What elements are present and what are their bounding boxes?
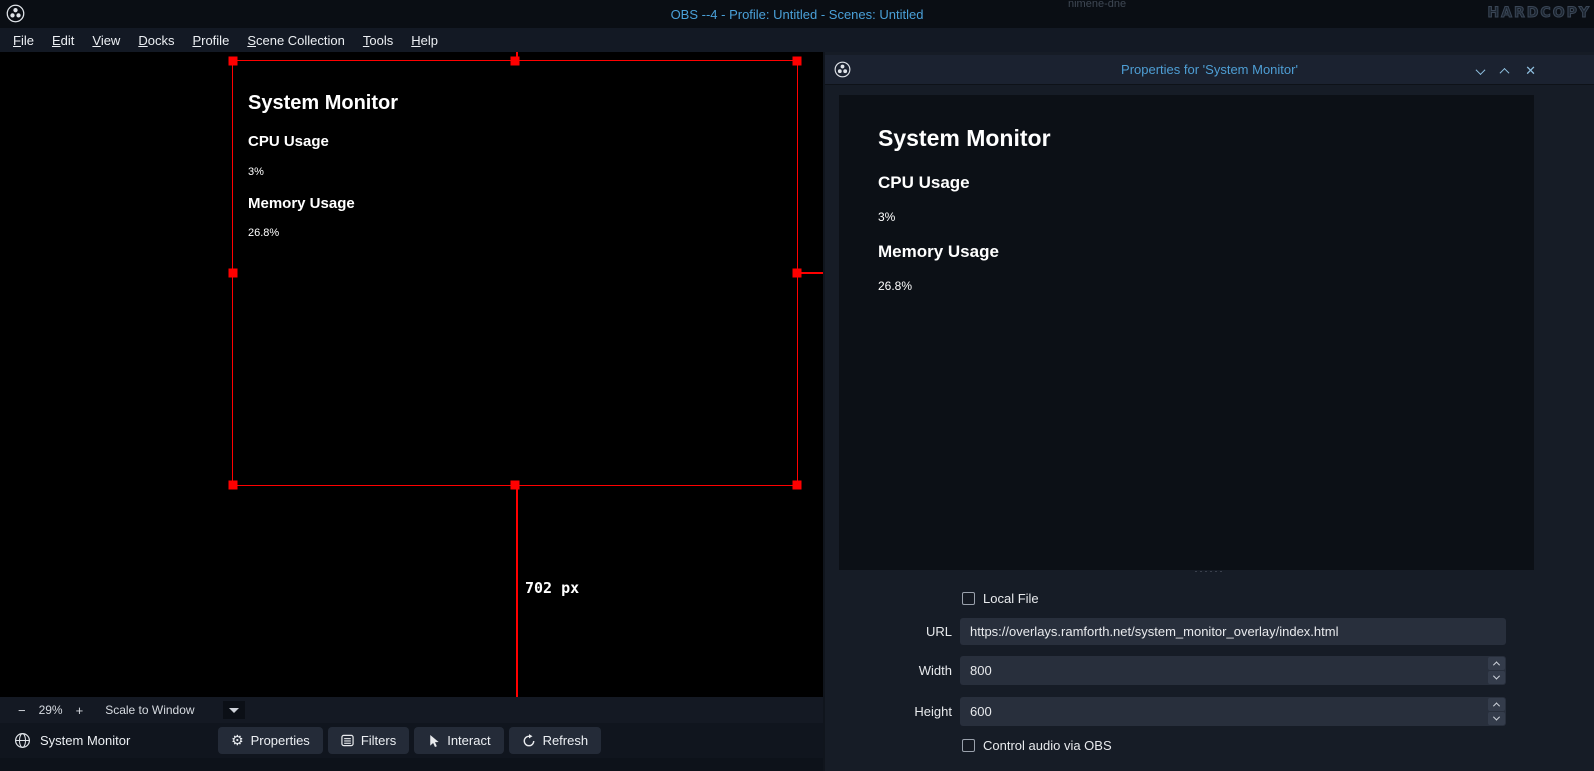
collapse-down-button[interactable] <box>1477 63 1484 78</box>
resize-handle-top-center[interactable] <box>511 57 520 66</box>
menu-docks[interactable]: Docks <box>129 30 183 51</box>
preview-overlay-title: System Monitor <box>878 125 1051 152</box>
control-audio-label: Control audio via OBS <box>983 738 1112 753</box>
window-titlebar: OBS --4 - Profile: Untitled - Scenes: Un… <box>0 0 1594 28</box>
menu-view[interactable]: View <box>83 30 129 51</box>
preview-memory-usage-value: 26.8% <box>878 279 912 293</box>
canvas-overlay-title: System Monitor <box>248 92 398 115</box>
chevron-down-icon <box>1476 65 1486 75</box>
source-action-buttons: ⚙ Properties Filters Interact <box>218 727 601 754</box>
width-label: Width <box>825 663 952 678</box>
filter-icon <box>341 734 354 747</box>
url-input[interactable]: https://overlays.ramforth.net/system_mon… <box>960 618 1506 645</box>
height-spin-up-button[interactable] <box>1488 698 1505 711</box>
scale-mode-dropdown[interactable] <box>223 701 245 719</box>
width-value: 800 <box>970 663 992 678</box>
zoom-out-button[interactable]: − <box>10 703 34 718</box>
resize-handle-bottom-center[interactable] <box>511 481 520 490</box>
canvas-memory-usage-value: 26.8% <box>248 227 279 239</box>
cursor-icon <box>427 734 440 748</box>
chevron-up-icon <box>1500 67 1510 77</box>
resize-handle-top-left[interactable] <box>229 57 238 66</box>
url-label: URL <box>825 624 952 639</box>
source-selection-box[interactable] <box>232 60 798 486</box>
measurement-label: 702 px <box>525 579 579 597</box>
properties-button-label: Properties <box>251 733 310 748</box>
interact-button-label: Interact <box>447 733 490 748</box>
properties-dock: Properties for 'System Monitor' ✕ System… <box>825 52 1594 771</box>
local-file-label: Local File <box>983 591 1039 606</box>
browser-source-icon <box>14 732 31 749</box>
canvas-memory-usage-label: Memory Usage <box>248 195 355 212</box>
zoom-in-button[interactable]: + <box>68 703 92 718</box>
height-label: Height <box>825 704 952 719</box>
guide-line-right <box>799 272 823 274</box>
menu-tools[interactable]: Tools <box>354 30 402 51</box>
filters-button[interactable]: Filters <box>328 727 409 754</box>
scale-mode-label[interactable]: Scale to Window <box>105 703 194 717</box>
chevron-down-icon <box>229 708 239 713</box>
interact-button[interactable]: Interact <box>414 727 503 754</box>
width-input[interactable]: 800 <box>960 656 1506 685</box>
filters-button-label: Filters <box>361 733 396 748</box>
chevron-down-icon <box>1493 673 1500 680</box>
resize-handle-middle-left[interactable] <box>229 269 238 278</box>
source-toolbar: System Monitor ⚙ Properties Filters <box>0 723 823 758</box>
width-spin-up-button[interactable] <box>1488 657 1505 670</box>
height-input[interactable]: 600 <box>960 697 1506 726</box>
watermark-corner-text: HARDCOPY <box>1487 5 1591 21</box>
gear-icon: ⚙ <box>231 734 244 748</box>
chevron-up-icon <box>1493 702 1500 709</box>
splitter-handle[interactable]: ······ <box>825 566 1594 576</box>
menu-help[interactable]: Help <box>402 30 447 51</box>
window-title: OBS --4 - Profile: Untitled - Scenes: Un… <box>671 7 924 22</box>
local-file-checkbox[interactable] <box>962 592 975 605</box>
dock-titlebar[interactable]: Properties for 'System Monitor' ✕ <box>825 55 1594 85</box>
menu-edit[interactable]: Edit <box>43 30 83 51</box>
chevron-up-icon <box>1493 661 1500 668</box>
collapse-up-button[interactable] <box>1501 63 1508 78</box>
obs-logo-icon <box>6 4 25 23</box>
height-value: 600 <box>970 704 992 719</box>
preview-memory-usage-label: Memory Usage <box>878 242 999 262</box>
control-audio-checkbox[interactable] <box>962 739 975 752</box>
dock-controls: ✕ <box>1477 55 1536 85</box>
refresh-button[interactable]: Refresh <box>509 727 602 754</box>
zoom-level: 29% <box>34 703 68 717</box>
properties-preview: System Monitor CPU Usage 3% Memory Usage… <box>839 95 1534 570</box>
bottom-strip <box>0 758 823 771</box>
zoom-bar: − 29% + Scale to Window <box>0 697 823 723</box>
canvas-cpu-usage-label: CPU Usage <box>248 133 329 150</box>
resize-handle-bottom-left[interactable] <box>229 481 238 490</box>
preview-cpu-usage-value: 3% <box>878 210 895 224</box>
chevron-down-icon <box>1493 714 1500 721</box>
watermark-text: nimene-dne <box>1068 0 1126 10</box>
resize-handle-bottom-right[interactable] <box>793 481 802 490</box>
dock-title: Properties for 'System Monitor' <box>1121 62 1298 77</box>
selected-source-name[interactable]: System Monitor <box>40 733 130 748</box>
refresh-icon <box>522 734 536 748</box>
preview-canvas[interactable]: System Monitor CPU Usage 3% Memory Usage… <box>0 52 823 697</box>
close-dock-button[interactable]: ✕ <box>1525 64 1536 77</box>
preview-cpu-usage-label: CPU Usage <box>878 173 970 193</box>
menu-profile[interactable]: Profile <box>183 30 238 51</box>
obs-dock-icon <box>834 61 851 78</box>
menu-scene-collection[interactable]: Scene Collection <box>238 30 354 51</box>
resize-handle-top-right[interactable] <box>793 57 802 66</box>
canvas-cpu-usage-value: 3% <box>248 166 264 178</box>
height-spin-down-button[interactable] <box>1488 712 1505 725</box>
properties-button[interactable]: ⚙ Properties <box>218 727 323 754</box>
width-spin-down-button[interactable] <box>1488 671 1505 684</box>
resize-handle-middle-right[interactable] <box>793 269 802 278</box>
menu-file[interactable]: File <box>4 30 43 51</box>
refresh-button-label: Refresh <box>543 733 589 748</box>
menu-bar: File Edit View Docks Profile Scene Colle… <box>0 28 1594 52</box>
guide-line-bottom <box>516 487 518 697</box>
